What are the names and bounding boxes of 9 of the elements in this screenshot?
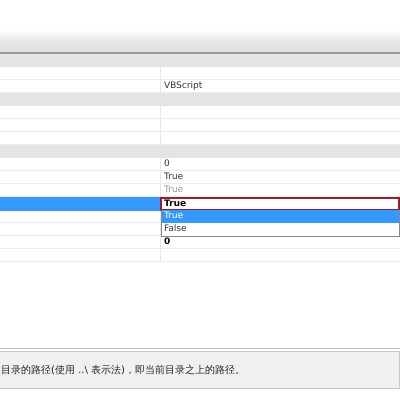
value-cell-text: True (163, 184, 184, 196)
dropdown-option[interactable]: False (162, 223, 399, 236)
name-cell[interactable] (0, 197, 161, 211)
value-cell-text: 0 (163, 158, 171, 170)
value-cell-text: 0 (163, 236, 172, 248)
description-text: 目录的路径(使用 ..\ 表示法)，即当前目录之上的路径。 (0, 364, 245, 377)
value-cell-text: VBScript (163, 80, 204, 92)
value-cell-text: True (163, 171, 184, 183)
value-editor[interactable]: True (160, 197, 400, 211)
